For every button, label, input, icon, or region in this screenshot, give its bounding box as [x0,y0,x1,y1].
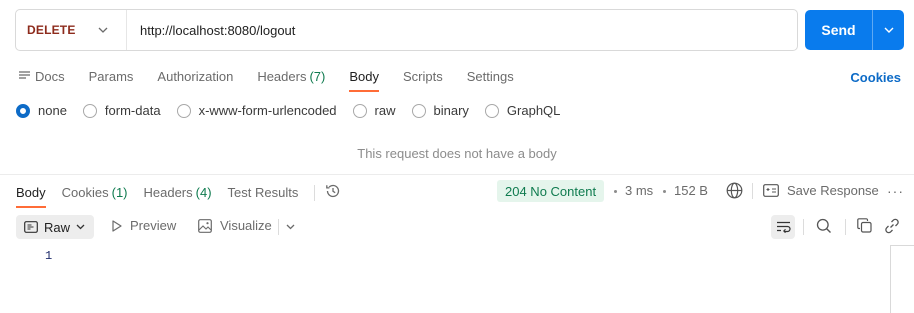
radio-graphql[interactable]: GraphQL [484,103,561,118]
radio-icon [484,103,499,118]
save-icon [763,184,779,197]
request-url-bar: DELETE [15,9,798,51]
visualize-button[interactable]: Visualize [198,218,272,233]
tab-authorization[interactable]: Authorization [157,66,233,92]
separator [314,185,316,201]
radio-none[interactable]: none [16,103,67,118]
tab-label: Authorization [157,69,234,84]
scrollbar-track-cap [890,245,914,246]
image-icon [198,218,212,233]
response-tabs: Body Cookies (1) Headers (4) Test Result… [16,182,341,208]
visualize-label: Visualize [220,218,272,233]
separator [278,219,279,235]
response-headers-count: (4) [195,185,212,200]
tab-params[interactable]: Params [89,66,134,92]
history-icon[interactable] [325,183,341,199]
send-options-button[interactable] [873,10,904,50]
radio-label: form-data [104,103,161,118]
chevron-down-icon [76,224,85,230]
tab-label: Scripts [402,69,443,84]
line-number: 1 [45,249,53,263]
radio-x-www-form-urlencoded[interactable]: x-www-form-urlencoded [176,103,337,118]
radio-icon [176,103,191,118]
tab-settings[interactable]: Settings [467,66,514,92]
response-time[interactable]: 3 ms [625,183,653,198]
tab-scripts[interactable]: Scripts [403,66,443,92]
empty-body-message: This request does not have a body [357,146,557,161]
tab-label: Headers [143,185,193,200]
tab-docs[interactable]: Docs [19,66,65,92]
radio-raw[interactable]: raw [352,103,396,118]
response-size[interactable]: 152 B [674,183,708,198]
tab-label: Docs [35,69,65,84]
more-options-icon[interactable]: ··· [887,183,904,199]
docs-icon [19,71,30,79]
radio-icon [352,103,367,118]
radio-icon [411,103,426,118]
radio-label: binary [433,103,469,118]
copy-icon[interactable] [857,218,872,233]
radio-label: GraphQL [506,103,561,118]
headers-count: (7) [309,69,326,84]
url-input[interactable] [127,10,797,50]
scrollbar-track[interactable] [890,245,891,313]
tab-label: Params [88,69,134,84]
response-tab-test-results[interactable]: Test Results [228,182,299,208]
method-select[interactable]: DELETE [16,10,127,50]
globe-icon[interactable] [726,182,743,199]
cookies-count: (1) [111,185,128,200]
tab-label: Cookies [61,185,109,200]
separator [845,219,846,235]
separator-dot [614,190,617,193]
radio-binary[interactable]: binary [411,103,469,118]
separator [752,183,753,199]
separator [803,219,804,235]
tab-label: Headers [257,69,307,84]
preview-label: Preview [130,218,177,233]
cookies-link[interactable]: Cookies [850,70,901,85]
send-button-group: Send [805,10,904,50]
wrap-lines-button[interactable] [771,215,795,239]
radio-label: x-www-form-urlencoded [198,103,337,118]
status-badge[interactable]: 204 No Content [497,180,605,202]
tab-label: Body [16,185,46,200]
request-tabs: Docs Params Authorization Headers (7) Bo… [19,66,538,92]
chevron-down-icon[interactable] [286,224,295,230]
link-icon[interactable] [884,218,900,234]
response-tab-cookies[interactable]: Cookies (1) [62,182,128,208]
response-tab-headers[interactable]: Headers (4) [144,182,212,208]
radio-label: none [38,103,67,118]
body-type-radio-group: none form-data x-www-form-urlencoded raw… [16,103,576,118]
send-button[interactable]: Send [805,10,873,50]
panel-divider [0,174,914,175]
view-mode-select[interactable]: Raw [16,215,94,239]
response-tab-body[interactable]: Body [16,182,46,208]
search-icon[interactable] [816,218,832,234]
method-label: DELETE [27,23,76,37]
tab-body[interactable]: Body [349,66,379,92]
radio-selected-icon [16,103,30,118]
chevron-down-icon [884,27,893,33]
radio-icon [82,103,97,118]
view-mode-label: Raw [44,219,71,235]
save-response-button[interactable]: Save Response [763,183,879,198]
tab-label: Body [349,69,379,84]
tab-label: Settings [466,69,514,84]
radio-label: raw [374,103,396,118]
radio-form-data[interactable]: form-data [82,103,161,118]
play-icon [112,219,122,232]
tab-label: Test Results [227,185,299,200]
separator-dot [663,190,666,193]
chevron-down-icon [98,27,108,33]
raw-icon [24,221,38,233]
preview-button[interactable]: Preview [112,218,176,233]
tab-headers[interactable]: Headers (7) [257,66,325,92]
save-response-label: Save Response [787,183,879,198]
wrap-icon [776,221,791,233]
